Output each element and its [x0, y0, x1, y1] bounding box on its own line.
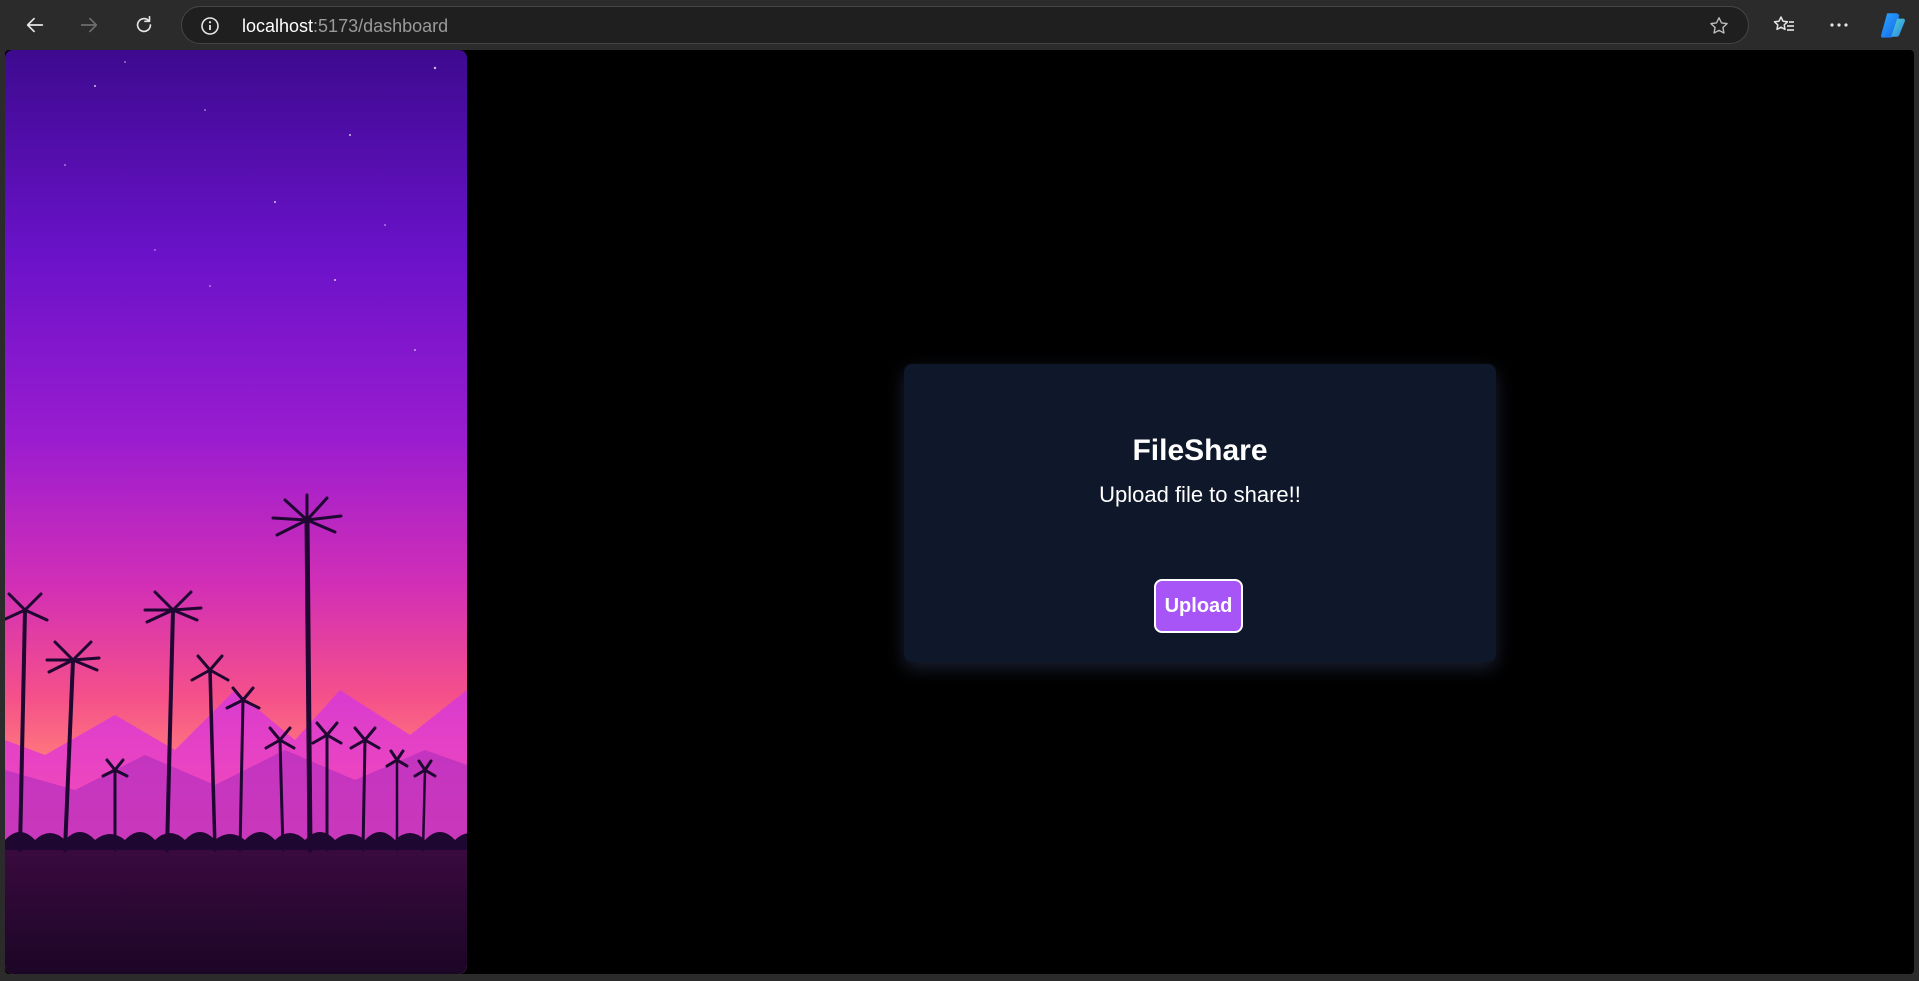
site-info-icon[interactable] — [200, 16, 220, 36]
upload-button[interactable]: Upload — [1154, 579, 1243, 633]
address-bar[interactable]: localhost:5173/dashboard — [181, 6, 1749, 44]
star-icon[interactable] — [1708, 15, 1730, 37]
favorites-icon — [1773, 16, 1794, 31]
browser-toolbar: localhost:5173/dashboard — [0, 0, 1919, 49]
more-icon — [1830, 23, 1848, 27]
back-button[interactable] — [18, 8, 52, 42]
more-button[interactable] — [1822, 8, 1856, 42]
reload-button[interactable] — [127, 8, 161, 42]
copilot-button[interactable] — [1876, 8, 1910, 42]
back-icon — [26, 17, 44, 33]
url-path: :5173/dashboard — [313, 16, 449, 36]
address-url[interactable]: localhost:5173/dashboard — [242, 16, 448, 36]
copilot-icon — [1880, 13, 1906, 38]
reload-icon — [136, 15, 152, 33]
forward-button[interactable] — [72, 8, 106, 42]
url-host: localhost — [242, 16, 314, 36]
forward-icon — [80, 17, 98, 33]
page-viewport: FileShare Upload file to share!! Upload — [5, 50, 1914, 974]
favorites-button[interactable] — [1767, 8, 1801, 42]
app-title: FileShare — [1132, 434, 1268, 467]
upload-card: FileShare Upload file to share!! Upload — [904, 364, 1496, 662]
upload-prompt: Upload file to share!! — [1099, 482, 1301, 507]
sunset-palms-illustration — [5, 50, 467, 974]
